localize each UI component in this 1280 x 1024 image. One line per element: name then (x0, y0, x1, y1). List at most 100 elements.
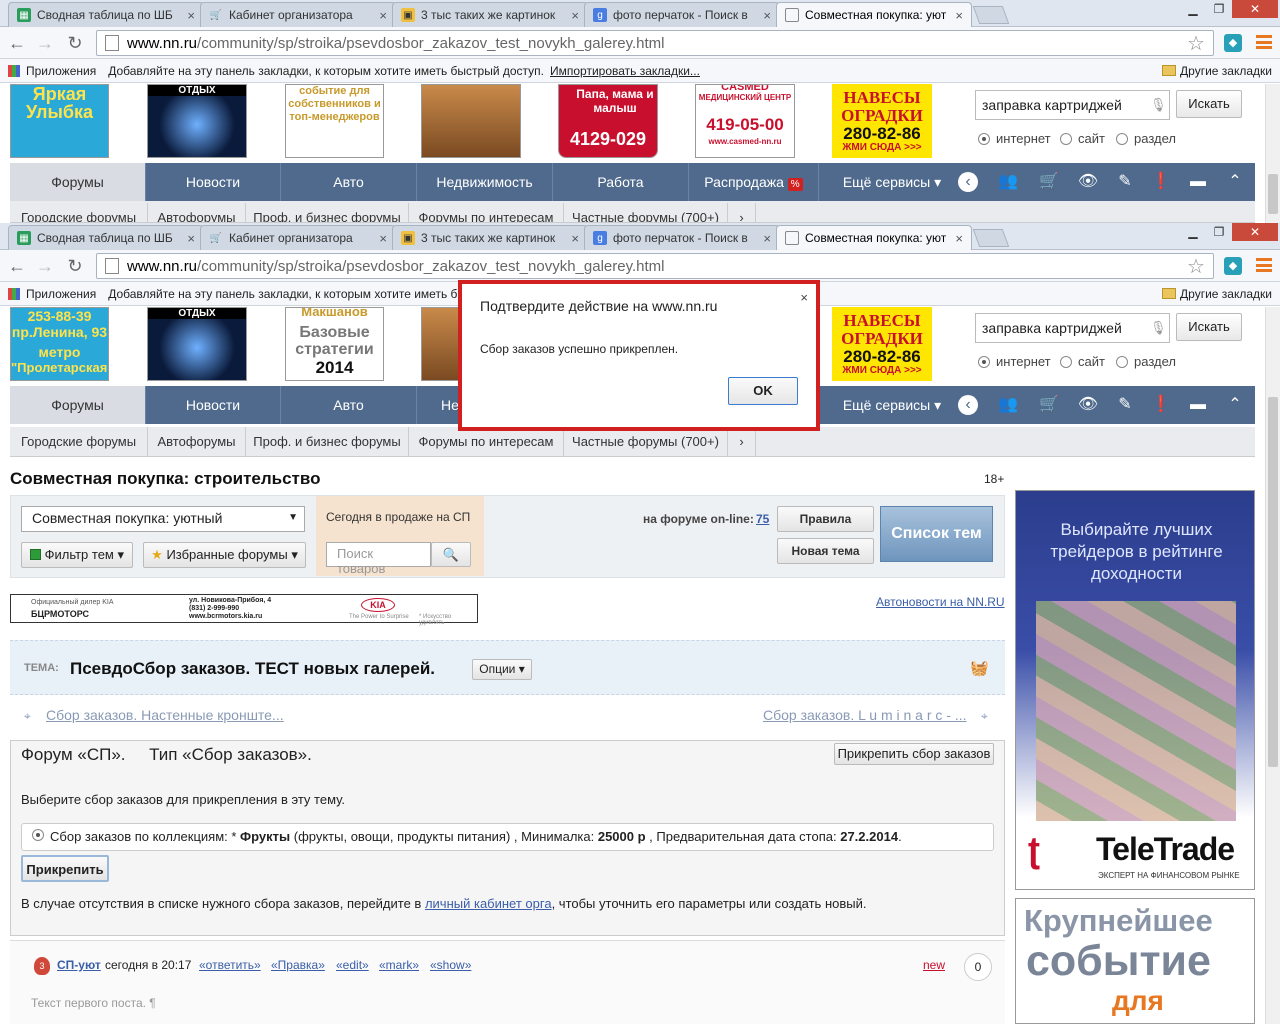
radio-section[interactable]: раздел (1116, 131, 1176, 146)
ad-furniture[interactable] (421, 84, 521, 158)
rules-button[interactable]: Правила (777, 506, 874, 532)
other-bookmarks[interactable]: Другие закладки (1162, 64, 1272, 78)
mark-link[interactable]: «mark» (379, 958, 419, 972)
new-tab-button[interactable] (972, 229, 1010, 247)
next-topic-link[interactable]: Сбор заказов. L u m i n a r c - ... (763, 707, 967, 723)
chat-icon[interactable]: ▬ (1187, 171, 1209, 193)
search-button[interactable]: Искать (1176, 313, 1242, 341)
nav-forums[interactable]: Форумы (10, 163, 146, 201)
forward-icon[interactable]: → (34, 32, 56, 54)
import-bookmarks-link[interactable]: Импортировать закладки... (550, 64, 700, 78)
apps-link[interactable]: Приложения (26, 287, 96, 301)
users-icon[interactable]: 👥 (997, 171, 1019, 193)
basket-icon[interactable]: 🛒 (1038, 171, 1060, 193)
nav-work[interactable]: Работа (553, 163, 689, 201)
ad-teletrade[interactable]: Выбирайте лучших трейдеров в рейтинге до… (1015, 490, 1255, 890)
subnav-business[interactable]: Проф. и бизнес форумы (246, 427, 409, 457)
tab-3[interactable]: ▣ 3 тыс таких же картинок × (392, 2, 588, 27)
close-icon[interactable]: × (379, 8, 387, 23)
forum-select[interactable]: Совместная покупка: уютный ▼ (21, 506, 305, 532)
subnav-auto[interactable]: Автофорумы (148, 203, 246, 222)
collection-radio[interactable] (32, 829, 50, 841)
ad-casmed[interactable]: CASMED МЕДИЦИНСКИЙ ЦЕНТР 419-05-00 www.casm… (695, 84, 795, 158)
menu-icon[interactable] (1256, 258, 1272, 272)
ok-button[interactable]: OK (728, 377, 798, 405)
address-bar[interactable]: www.nn.ru/community/sp/stroika/psevdosbo… (96, 253, 1214, 279)
reload-icon[interactable]: ↻ (64, 255, 86, 277)
online-count[interactable]: 75 (756, 512, 769, 526)
pencil-icon[interactable]: ✎ (1114, 171, 1136, 193)
subnav-business[interactable]: Проф. и бизнес форумы (246, 203, 409, 222)
extension-icon[interactable]: ◆ (1224, 257, 1242, 275)
close-icon[interactable]: × (800, 290, 808, 305)
ad-smile[interactable]: Яркая Улыбка (10, 84, 109, 158)
tab-4[interactable]: g фото перчаток - Поиск в × (584, 2, 780, 27)
kia-ad[interactable]: Официальный дилер KIA БЦРМОТОРС ул. Нови… (10, 594, 478, 626)
close-icon[interactable]: × (763, 231, 771, 246)
users-icon[interactable]: 👥 (997, 394, 1019, 416)
close-icon[interactable]: × (379, 231, 387, 246)
tab-1[interactable]: ▦ Сводная таблица по ШБ × (8, 2, 204, 27)
pencil-icon[interactable]: ✎ (1114, 394, 1136, 416)
new-topic-button[interactable]: Новая тема (777, 538, 874, 564)
close-icon[interactable]: × (955, 231, 963, 246)
nav-auto[interactable]: Авто (281, 163, 417, 201)
microphone-icon[interactable]: 🎙 (1150, 320, 1167, 336)
ad-fences[interactable]: НАВЕСЫ ОГРАДКИ 280-82-86 ЖМИ СЮДА >>> (832, 307, 932, 381)
org-cabinet-link[interactable]: личный кабинет орга (425, 896, 552, 911)
attach-collection-button[interactable]: Прикрепить сбор заказов (834, 743, 994, 765)
subnav-private[interactable]: Частные форумы (700+) (564, 203, 728, 222)
menu-icon[interactable] (1256, 35, 1272, 49)
radio-site[interactable]: сайт (1060, 131, 1105, 146)
ad-rest[interactable]: ОТДЫХ (147, 84, 247, 158)
ad-rest[interactable]: ОТДЫХ (147, 307, 247, 381)
radio-internet[interactable]: интернет (978, 131, 1051, 146)
nav-news[interactable]: Новости (146, 386, 281, 424)
close-icon[interactable]: × (571, 8, 579, 23)
close-icon[interactable]: × (571, 231, 579, 246)
minimize-icon[interactable]: ▁ (1180, 0, 1206, 18)
tab-1[interactable]: ▦ Сводная таблица по ШБ × (8, 225, 204, 250)
favorite-forums-button[interactable]: ★ Избранные форумы ▾ (143, 542, 306, 568)
close-icon[interactable]: × (763, 8, 771, 23)
back-icon[interactable]: ← (6, 32, 28, 54)
radio-internet[interactable]: интернет (978, 354, 1051, 369)
topics-list-button[interactable]: Список тем (880, 506, 993, 562)
subnav-private[interactable]: Частные форумы (700+) (564, 427, 728, 457)
chevron-left-icon[interactable]: ‹ (958, 395, 978, 415)
filter-topics-button[interactable]: Фильтр тем ▾ (21, 542, 133, 568)
show-link[interactable]: «show» (430, 958, 471, 972)
scrollbar-thumb[interactable] (1268, 397, 1278, 767)
other-bookmarks[interactable]: Другие закладки (1162, 287, 1272, 301)
subnav-interests[interactable]: Форумы по интересам (409, 203, 564, 222)
site-search-input[interactable]: заправка картриджей (975, 313, 1170, 343)
tab-2[interactable]: 🛒 Кабинет организатора × (200, 2, 396, 27)
chat-icon[interactable]: ▬ (1187, 394, 1209, 416)
star-icon[interactable]: ☆ (1187, 31, 1205, 56)
eye-icon[interactable]: 👁 (1077, 171, 1099, 193)
nav-realty[interactable]: Недвижимость (417, 163, 553, 201)
back-icon[interactable]: ← (6, 255, 28, 277)
scrollbar-thumb[interactable] (1268, 174, 1278, 214)
maximize-icon[interactable]: ❐ (1206, 0, 1232, 18)
star-icon[interactable]: ☆ (1187, 254, 1205, 279)
collection-option[interactable]: Сбор заказов по коллекциям: * Фрукты (фр… (21, 823, 994, 851)
site-search-input[interactable]: заправка картриджей (975, 90, 1170, 120)
chevron-right-icon[interactable]: › (728, 203, 756, 222)
radio-section[interactable]: раздел (1116, 354, 1176, 369)
close-icon[interactable]: × (955, 8, 963, 23)
nav-more[interactable]: Ещё сервисы ▾ (819, 386, 965, 424)
ad-strategy[interactable]: Макшанов Базовые стратегии 2014 (285, 307, 384, 381)
new-tab-button[interactable] (972, 6, 1010, 24)
subnav-city[interactable]: Городские форумы (10, 427, 148, 457)
nav-realty[interactable]: Не (417, 386, 459, 424)
maximize-icon[interactable]: ❐ (1206, 223, 1232, 241)
edit-link[interactable]: «Правка» (271, 958, 325, 972)
autonews-link[interactable]: Автоновости на NN.RU (876, 595, 1005, 609)
basket-icon[interactable]: 🛒 (1038, 394, 1060, 416)
forward-icon[interactable]: → (34, 255, 56, 277)
nav-news[interactable]: Новости (146, 163, 281, 201)
microphone-icon[interactable]: 🎙 (1150, 97, 1167, 113)
chevron-right-icon[interactable]: › (728, 427, 756, 457)
tab-3[interactable]: ▣ 3 тыс таких же картинок × (392, 225, 588, 250)
